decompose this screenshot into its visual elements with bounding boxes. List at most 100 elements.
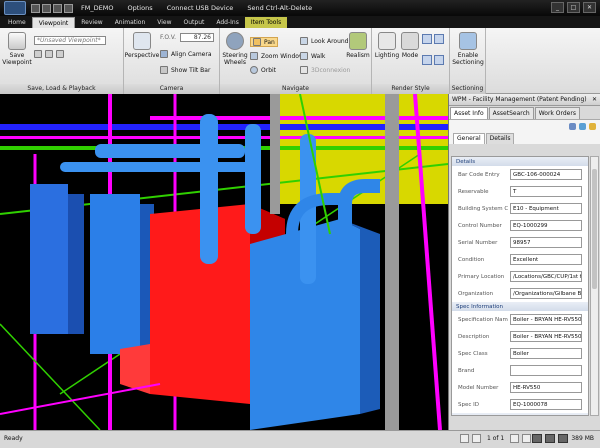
realism-button[interactable]: Realism — [346, 32, 370, 59]
3dconnexion-button[interactable]: 3Dconnexion — [300, 66, 350, 74]
tab-review[interactable]: Review — [75, 17, 108, 28]
property-row: Spec ID EQ-1000078 — [452, 396, 588, 413]
section-header[interactable]: Spec Information — [452, 302, 588, 311]
first-page-icon[interactable] — [460, 434, 469, 443]
next-page-icon[interactable] — [510, 434, 520, 443]
property-value[interactable]: Boiler — [510, 348, 582, 359]
zoom-window-button[interactable]: Zoom Window — [250, 52, 304, 60]
3d-viewport[interactable] — [0, 94, 448, 430]
perspective-icon — [133, 32, 151, 50]
wireframe-icon[interactable] — [422, 55, 432, 65]
perspective-button[interactable]: Perspective — [125, 32, 159, 59]
property-grid-scrollbar[interactable] — [590, 156, 599, 416]
tab-item-tools[interactable]: Item Tools — [244, 17, 288, 28]
tab-asset-search[interactable]: AssetSearch — [488, 107, 534, 119]
property-label: Reservable — [458, 188, 489, 195]
render-mini-buttons — [422, 34, 446, 74]
enable-sectioning-label: Enable Sectioning — [452, 52, 484, 66]
mode-icon — [401, 32, 419, 50]
enable-sectioning-button[interactable]: Enable Sectioning — [452, 32, 484, 66]
disk-icon[interactable] — [545, 434, 556, 443]
refresh-icon[interactable] — [569, 123, 576, 130]
property-label: Brand — [458, 367, 475, 374]
property-value[interactable]: Excellent — [510, 254, 582, 265]
property-value[interactable]: EQ-1000078 — [510, 399, 582, 410]
navigate-group-label: Navigate — [220, 84, 371, 94]
3d-scene[interactable] — [0, 94, 448, 430]
edit-icon[interactable] — [589, 123, 596, 130]
property-label: Model Number — [458, 384, 499, 391]
application-menu-button[interactable] — [4, 1, 26, 15]
tab-output[interactable]: Output — [178, 17, 211, 28]
show-tilt-bar-button[interactable]: Show Tilt Bar — [160, 66, 210, 74]
property-value[interactable]: 98957 — [510, 237, 582, 248]
tab-work-orders[interactable]: Work Orders — [534, 107, 580, 119]
menu-send-ctrl-alt-delete[interactable]: Send Ctrl-Alt-Delete — [247, 4, 312, 12]
panel-close-icon[interactable]: ✕ — [592, 94, 597, 106]
steering-wheels-button[interactable]: Steering Wheels — [222, 32, 248, 66]
undo-icon[interactable] — [64, 3, 73, 13]
settings-icon[interactable] — [579, 123, 586, 130]
sectioning-group-label: Sectioning — [450, 84, 485, 94]
section-header[interactable]: Details — [452, 157, 588, 166]
property-value[interactable]: E10 - Equipment — [510, 203, 582, 214]
viewpoint-combo[interactable]: *Unsaved Viewpoint* — [34, 36, 106, 45]
boiler-mid-left — [90, 194, 140, 354]
zoom-window-label: Zoom Window — [261, 52, 304, 60]
property-value[interactable]: GBC-106-000024 — [510, 169, 582, 180]
property-value[interactable]: /Organizations/Gilbane Buil — [510, 288, 582, 299]
menu-connect-usb[interactable]: Connect USB Device — [167, 4, 234, 12]
zoom-extents-icon[interactable] — [422, 34, 432, 44]
look-around-button[interactable]: Look Around — [300, 37, 349, 45]
page-indicator: 1 of 1 — [487, 435, 505, 442]
previous-icon[interactable] — [34, 50, 42, 58]
walk-button[interactable]: Walk — [300, 52, 325, 60]
tab-viewpoint[interactable]: Viewpoint — [31, 17, 76, 28]
property-value[interactable]: T — [510, 186, 582, 197]
property-label: Organization — [458, 290, 494, 297]
play-icon[interactable] — [45, 50, 53, 58]
orbit-button[interactable]: Orbit — [250, 66, 276, 74]
property-grid: Details Bar Code Entry GBC-106-000024 Reser… — [451, 156, 589, 416]
mode-button[interactable]: Mode — [400, 32, 420, 59]
subtab-general[interactable]: General — [453, 133, 485, 144]
maximize-icon[interactable]: □ — [567, 2, 580, 13]
save-viewpoint-icon — [8, 32, 26, 50]
align-camera-button[interactable]: Align Camera — [160, 50, 212, 58]
open-file-icon[interactable] — [42, 3, 51, 13]
tab-asset-info[interactable]: Asset Info — [450, 107, 488, 119]
pencil-icon[interactable] — [532, 434, 543, 443]
section-header[interactable]: General — [452, 413, 588, 415]
tab-view[interactable]: View — [151, 17, 177, 28]
scrollbar-thumb[interactable] — [592, 169, 597, 289]
lighting-button[interactable]: Lighting — [375, 32, 399, 59]
property-value[interactable]: Boiler - BRYAN HE-RV550, E — [510, 331, 582, 342]
fov-input[interactable]: 87.26 — [180, 33, 214, 42]
menu-options[interactable]: Options — [128, 4, 153, 12]
property-label: Primary Location — [458, 273, 505, 280]
pan-button[interactable]: Pan — [250, 37, 278, 47]
quick-access-toolbar — [31, 3, 73, 13]
previous-page-icon[interactable] — [472, 434, 481, 443]
new-file-icon[interactable] — [31, 3, 40, 13]
gray-column — [385, 94, 399, 430]
property-value[interactable]: HE-RV550 — [510, 382, 582, 393]
close-icon[interactable]: ✕ — [583, 2, 596, 13]
tab-home[interactable]: Home — [2, 17, 32, 28]
property-value[interactable]: Boiler - BRYAN HE-RV550 — [510, 314, 582, 325]
minimize-icon[interactable]: _ — [551, 2, 564, 13]
tab-animation[interactable]: Animation — [109, 17, 152, 28]
last-page-icon[interactable] — [522, 434, 532, 443]
save-file-icon[interactable] — [53, 3, 62, 13]
panel-title: WPM - Facility Management (Patent Pendin… — [452, 96, 587, 103]
zoom-selected-icon[interactable] — [434, 34, 444, 44]
property-value[interactable]: EQ-1000299 — [510, 220, 582, 231]
next-icon[interactable] — [56, 50, 64, 58]
shaded-icon[interactable] — [434, 55, 444, 65]
subtab-details[interactable]: Details — [485, 133, 515, 144]
property-value[interactable]: /Locations/GBC/CUP/1st flo — [510, 271, 582, 282]
tab-add-ins[interactable]: Add-Ins — [210, 17, 244, 28]
navigate-group: Steering Wheels Pan Zoom Window Orbit Lo… — [220, 28, 372, 94]
property-value[interactable] — [510, 365, 582, 376]
save-viewpoint-button[interactable]: Save Viewpoint — [2, 32, 32, 66]
